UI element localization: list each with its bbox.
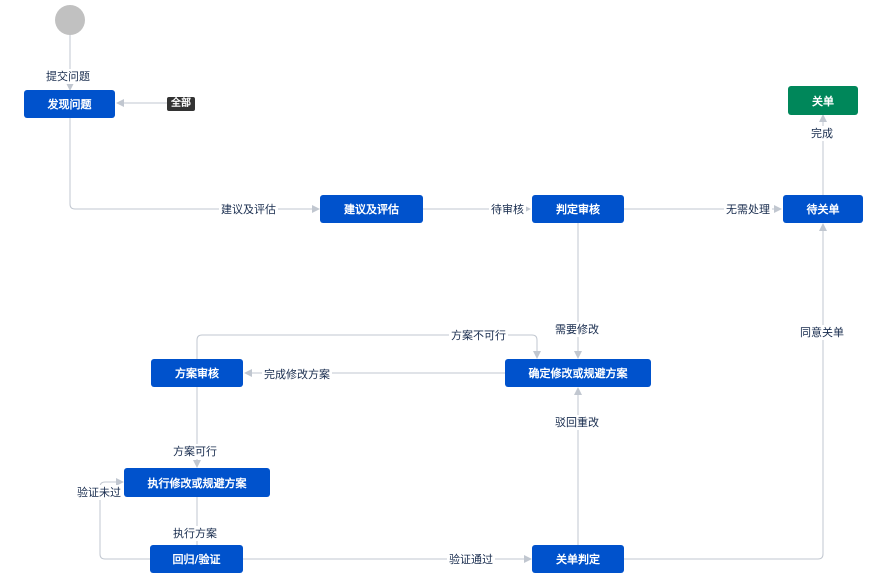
transition-submit[interactable]: 提交问题 — [44, 69, 92, 84]
edge-discover-to-suggest — [69, 117, 320, 213]
status-suggest-evaluate[interactable]: 建议及评估 — [320, 195, 423, 223]
status-regression-verify[interactable]: 回归/验证 — [150, 545, 243, 573]
status-execute-plan[interactable]: 执行修改或规避方案 — [124, 468, 270, 497]
start-node — [55, 5, 85, 35]
workflow-diagram: 发现问题 建议及评估 判定审核 待关单 关单 确定修改或规避方案 方案审核 执行… — [0, 0, 894, 583]
transition-finish-plan[interactable]: 完成修改方案 — [262, 367, 332, 382]
status-closed[interactable]: 关单 — [788, 86, 858, 115]
status-discover[interactable]: 发现问题 — [24, 90, 115, 118]
edge-closejudge-to-pending — [624, 223, 827, 560]
transition-no-handling[interactable]: 无需处理 — [724, 202, 772, 217]
status-plan-review[interactable]: 方案审核 — [151, 359, 243, 387]
transition-need-modify[interactable]: 需要修改 — [553, 322, 601, 337]
status-judge-review[interactable]: 判定审核 — [532, 195, 624, 223]
transition-plan-infeasible[interactable]: 方案不可行 — [449, 328, 508, 343]
transition-complete[interactable]: 完成 — [809, 126, 835, 141]
status-pending-close[interactable]: 待关单 — [783, 195, 863, 223]
transition-plan-feasible[interactable]: 方案可行 — [171, 444, 219, 459]
transition-reject-redo[interactable]: 驳回重改 — [553, 415, 601, 430]
transition-all-badge[interactable]: 全部 — [167, 97, 195, 111]
transition-execute-plan[interactable]: 执行方案 — [171, 526, 219, 541]
transition-to-review[interactable]: 待审核 — [489, 202, 526, 217]
transition-verify-passed[interactable]: 验证通过 — [447, 552, 495, 567]
status-fix-plan[interactable]: 确定修改或规避方案 — [505, 359, 651, 387]
transition-suggest-evaluate[interactable]: 建议及评估 — [219, 202, 278, 217]
transition-agree-close[interactable]: 同意关单 — [798, 325, 846, 340]
transition-verify-failed[interactable]: 验证未过 — [75, 485, 123, 500]
status-close-judge[interactable]: 关单判定 — [532, 545, 624, 573]
